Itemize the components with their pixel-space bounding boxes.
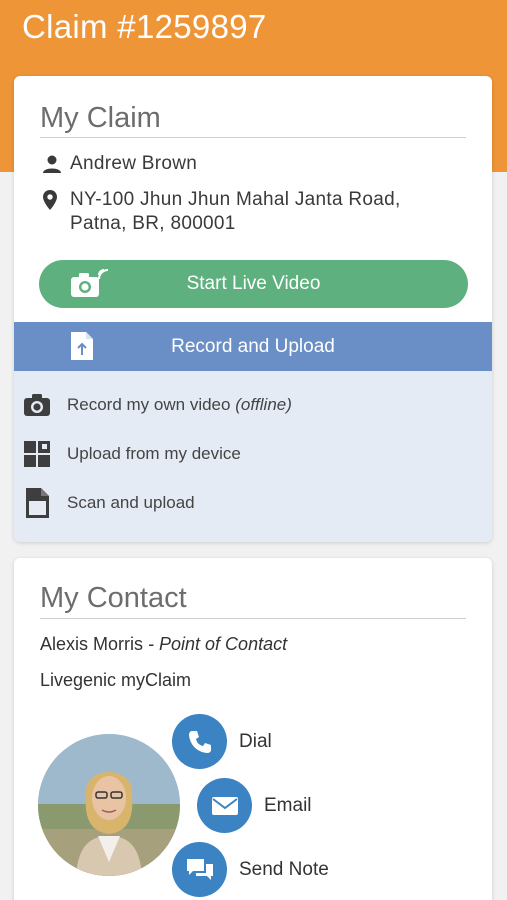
contact-company: Livegenic myClaim [40,670,192,690]
divider [40,618,466,619]
divider [40,137,466,138]
envelope-icon [197,778,252,833]
my-claim-card: My Claim Andrew Brown NY-100 Jhun Jhun M… [14,76,492,542]
record-and-upload-button[interactable]: Record and Upload [14,322,492,371]
my-claim-title: My Claim [40,102,161,134]
phone-icon [172,714,227,769]
start-live-video-button[interactable]: Start Live Video [39,260,468,308]
scan-and-upload-option[interactable]: Scan and upload [22,488,195,518]
address-row: NY-100 Jhun Jhun Mahal Janta Road, Patna… [42,188,401,236]
scan-document-icon [22,488,52,518]
dial-label: Dial [239,730,272,752]
contact-name-row: Alexis Morris - Point of Contact [40,634,287,655]
chat-icon [172,842,227,897]
contact-name: Alexis Morris [40,634,144,654]
send-note-button[interactable]: Send Note [172,842,329,897]
address-line-1: NY-100 Jhun Jhun Mahal Janta Road, [70,189,401,210]
address-line-2: Patna, BR, 800001 [70,213,236,234]
claimant-row: Andrew Brown [42,152,197,176]
contact-role: - Point of Contact [143,634,288,654]
person-icon [42,152,64,176]
upload-options-panel: Record my own video (offline) Upload fro… [14,371,492,542]
live-camera-icon [69,268,109,306]
upload-from-device-label: Upload from my device [67,444,241,463]
scan-and-upload-label: Scan and upload [67,493,195,512]
send-note-label: Send Note [239,858,329,880]
record-own-video-label: Record my own video [67,395,231,414]
record-and-upload-label: Record and Upload [171,335,335,357]
claimant-name: Andrew Brown [70,153,198,174]
record-own-video-option[interactable]: Record my own video (offline) [22,390,292,420]
upload-from-device-option[interactable]: Upload from my device [22,439,241,469]
grid-icon [22,439,52,469]
email-label: Email [264,794,312,816]
contact-avatar [38,734,180,876]
email-button[interactable]: Email [197,778,312,833]
offline-note: (offline) [235,395,292,414]
dial-button[interactable]: Dial [172,714,272,769]
page-title: Claim #1259897 [22,8,267,45]
my-contact-title: My Contact [40,582,187,614]
my-contact-card: My Contact Alexis Morris - Point of Cont… [14,558,492,900]
camera-icon [22,390,52,420]
start-live-video-label: Start Live Video [186,273,321,294]
location-pin-icon [42,188,64,212]
upload-document-icon [69,330,95,368]
